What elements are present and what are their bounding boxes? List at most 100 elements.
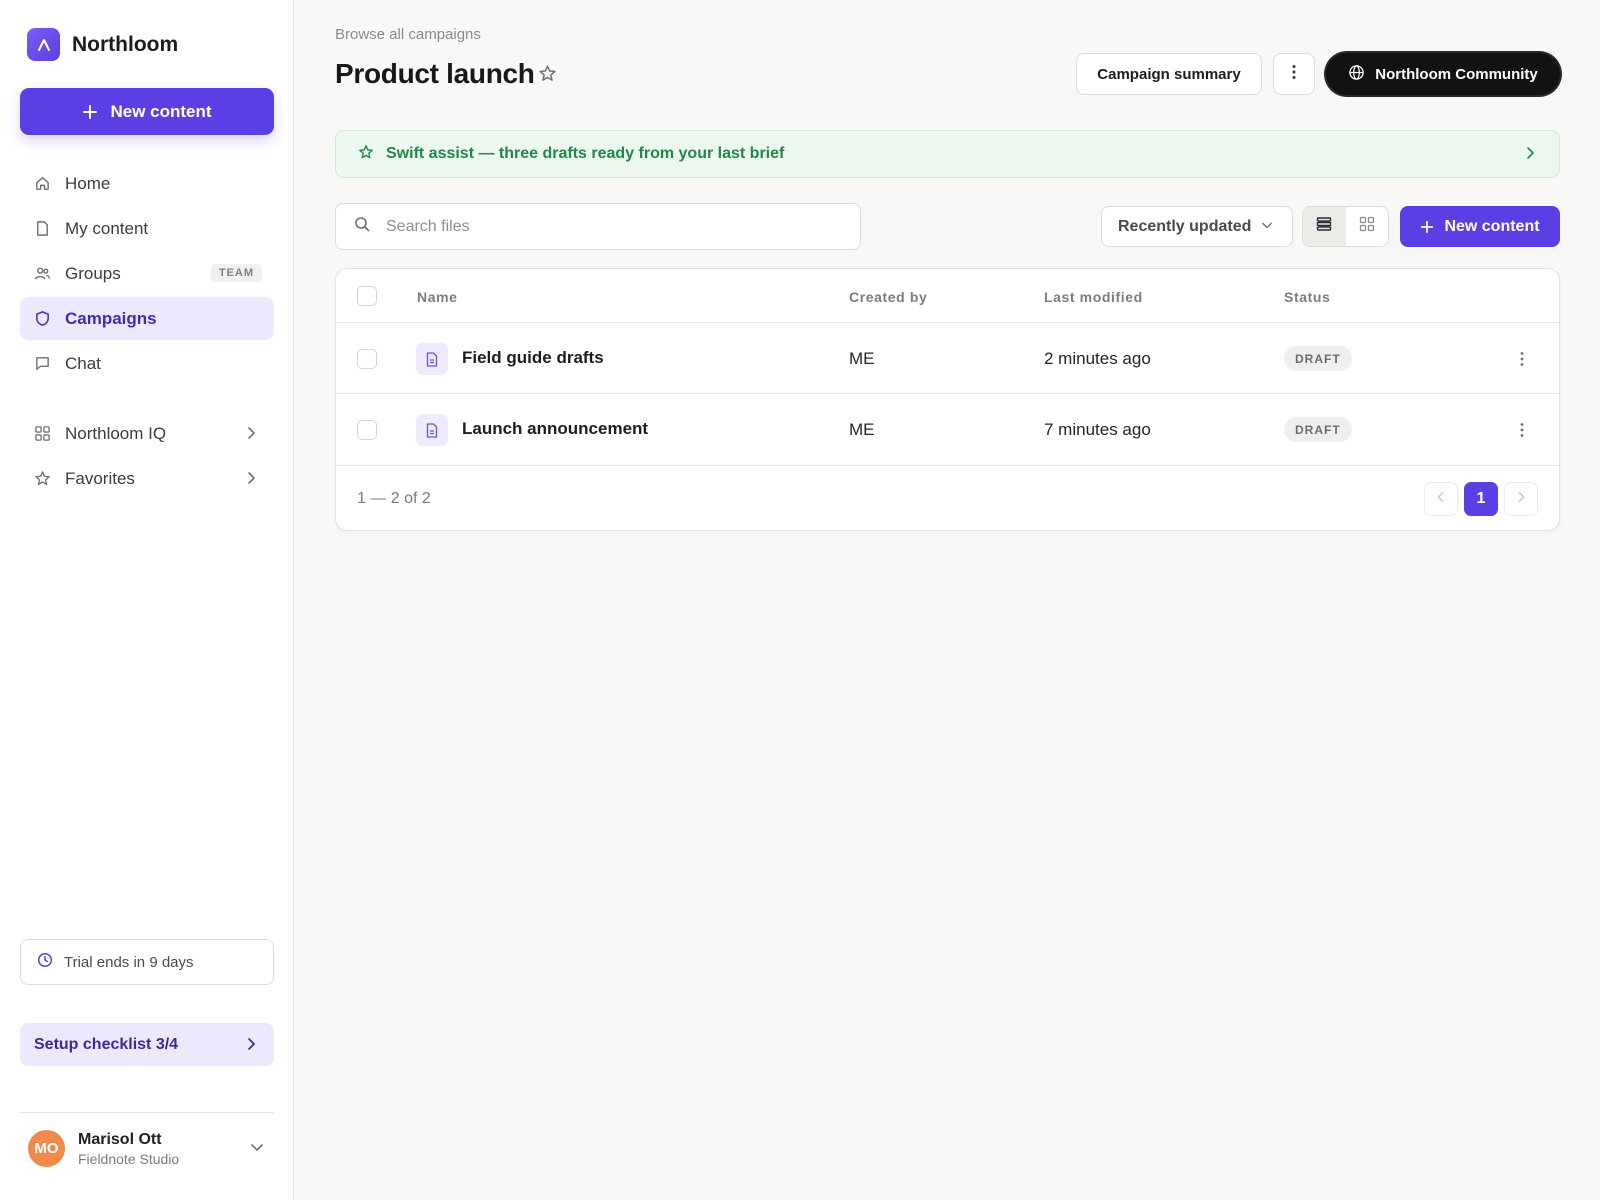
new-content-toolbar-button[interactable]: New content	[1400, 206, 1560, 247]
sidebar: Northloom New content Home My content Gr…	[0, 0, 294, 1200]
sidebar-item-label: Home	[65, 173, 111, 193]
sidebar-item-label: Campaigns	[65, 308, 157, 328]
chevron-down-icon	[1261, 218, 1273, 236]
last-modified: 2 minutes ago	[1044, 349, 1151, 368]
grid-view-icon	[1359, 216, 1375, 237]
sidebar-item-northloom-iq[interactable]: Northloom IQ	[20, 412, 274, 455]
chevron-right-icon	[1515, 490, 1527, 508]
trial-text: Trial ends in 9 days	[64, 953, 194, 971]
star-icon	[33, 470, 51, 488]
clock-icon	[37, 952, 53, 972]
user-name: Marisol Ott	[78, 1130, 162, 1148]
checklist-label: Setup checklist 3/4	[34, 1035, 179, 1053]
select-all-checkbox[interactable]	[357, 286, 377, 306]
chevron-right-icon	[244, 470, 258, 490]
page-title: Product launch	[335, 58, 535, 89]
chevron-down-icon[interactable]	[250, 1140, 264, 1159]
breadcrumb[interactable]: Browse all campaigns	[335, 26, 481, 43]
status-badge: DRAFT	[1284, 346, 1352, 371]
column-header-status[interactable]: Status	[1284, 289, 1330, 305]
sidebar-item-label: Northloom IQ	[65, 423, 167, 443]
team-badge: TEAM	[210, 264, 262, 282]
column-header-last-modified[interactable]: Last modified	[1044, 289, 1143, 305]
sidebar-nav: Home My content Groups TEAM Campaigns Ch…	[20, 162, 274, 387]
file-name[interactable]: Field guide drafts	[462, 348, 604, 368]
assist-banner[interactable]: Swift assist — three drafts ready from y…	[335, 130, 1560, 178]
search-box[interactable]	[335, 203, 861, 250]
trial-notice[interactable]: Trial ends in 9 days	[20, 939, 274, 985]
row-checkbox[interactable]	[357, 420, 377, 440]
sidebar-item-my-content[interactable]: My content	[20, 207, 274, 250]
file-icon	[33, 220, 51, 238]
plus-icon	[83, 104, 98, 119]
user-menu[interactable]: MO Marisol Ott Fieldnote Studio	[28, 1130, 179, 1167]
setup-checklist-button[interactable]: Setup checklist 3/4	[20, 1023, 274, 1066]
brand[interactable]: Northloom	[27, 28, 178, 61]
created-by: ME	[849, 349, 875, 368]
community-button[interactable]: Northloom Community	[1326, 53, 1560, 95]
view-toggle	[1302, 206, 1389, 247]
shield-icon	[33, 310, 51, 328]
status-badge: DRAFT	[1284, 417, 1352, 442]
sidebar-item-chat[interactable]: Chat	[20, 342, 274, 385]
avatar: MO	[28, 1130, 65, 1167]
grid-view-button[interactable]	[1346, 207, 1389, 246]
chat-icon	[33, 355, 51, 373]
prev-page-button[interactable]	[1424, 482, 1458, 516]
next-page-button[interactable]	[1504, 482, 1538, 516]
pagination-range: 1 — 2 of 2	[357, 490, 431, 507]
created-by: ME	[849, 420, 875, 439]
last-modified: 7 minutes ago	[1044, 420, 1151, 439]
chevron-right-icon	[244, 1037, 258, 1056]
grid-icon	[33, 425, 51, 443]
user-org: Fieldnote Studio	[78, 1150, 180, 1167]
table-footer: 1 — 2 of 2 1	[336, 465, 1559, 531]
row-menu-kebab-icon[interactable]	[1511, 418, 1533, 442]
favorite-star-icon[interactable]	[538, 64, 557, 88]
home-icon	[33, 175, 51, 193]
list-view-icon	[1316, 216, 1332, 237]
new-content-label: New content	[110, 101, 212, 121]
row-menu-kebab-icon[interactable]	[1511, 347, 1533, 371]
globe-icon	[1348, 64, 1365, 85]
northloom-logo-icon	[27, 28, 60, 61]
sidebar-item-groups[interactable]: Groups TEAM	[20, 252, 274, 295]
sidebar-item-campaigns[interactable]: Campaigns	[20, 297, 274, 340]
sidebar-item-favorites[interactable]: Favorites	[20, 457, 274, 500]
community-label: Northloom Community	[1375, 65, 1538, 83]
users-icon	[33, 265, 51, 283]
sidebar-item-home[interactable]: Home	[20, 162, 274, 205]
column-header-created-by[interactable]: Created by	[849, 289, 927, 305]
banner-text: Swift assist — three drafts ready from y…	[386, 145, 785, 162]
files-table: Name Created by Last modified Status Fie…	[335, 268, 1560, 531]
search-input[interactable]	[386, 217, 826, 236]
file-name[interactable]: Launch announcement	[462, 419, 648, 439]
sort-dropdown[interactable]: Recently updated	[1101, 206, 1293, 247]
sidebar-divider	[20, 1112, 274, 1113]
star-icon	[358, 144, 374, 165]
chevron-right-icon	[1523, 146, 1537, 165]
search-icon	[354, 216, 370, 237]
sidebar-groups: Northloom IQ Favorites	[20, 412, 274, 502]
chevron-right-icon	[244, 425, 258, 445]
sort-label: Recently updated	[1118, 217, 1252, 235]
sidebar-item-label: My content	[65, 218, 149, 238]
page-button-current[interactable]: 1	[1464, 482, 1498, 516]
brand-name: Northloom	[72, 32, 179, 56]
chevron-left-icon	[1435, 490, 1447, 508]
row-checkbox[interactable]	[357, 349, 377, 369]
document-icon	[416, 414, 448, 446]
new-content-toolbar-label: New content	[1444, 217, 1540, 235]
kebab-icon	[1292, 64, 1296, 85]
column-header-name[interactable]: Name	[417, 289, 458, 305]
sidebar-item-label: Chat	[65, 353, 101, 373]
document-icon	[416, 343, 448, 375]
list-view-button[interactable]	[1303, 207, 1346, 246]
table-row[interactable]: Launch announcement ME 7 minutes ago DRA…	[336, 393, 1559, 464]
campaign-summary-button[interactable]: Campaign summary	[1076, 53, 1262, 95]
sidebar-item-label: Groups	[65, 263, 121, 283]
more-options-button[interactable]	[1273, 53, 1315, 95]
table-row[interactable]: Field guide drafts ME 2 minutes ago DRAF…	[336, 322, 1559, 393]
new-content-button[interactable]: New content	[20, 88, 274, 135]
plus-icon	[1421, 220, 1434, 233]
